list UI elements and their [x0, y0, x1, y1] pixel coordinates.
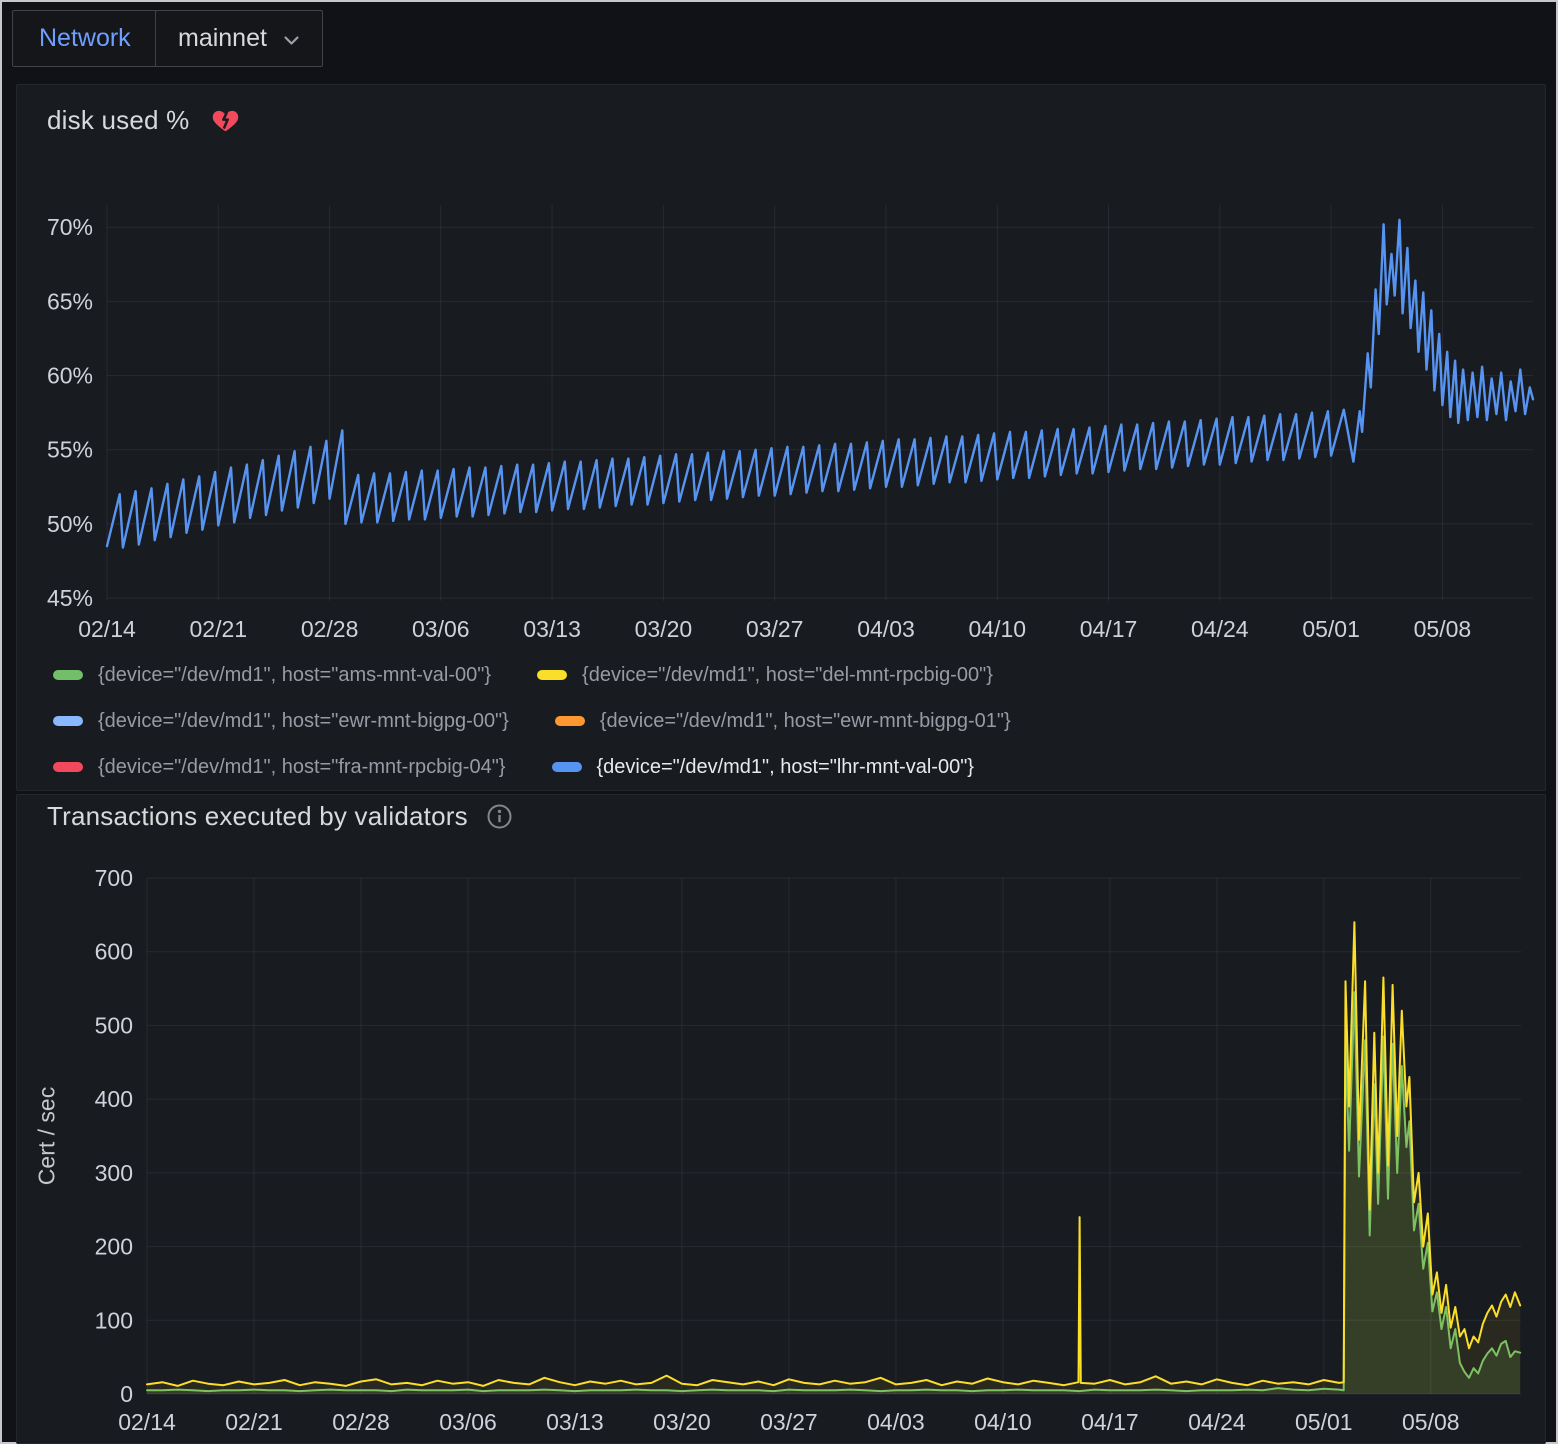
alert-heart-break-icon — [211, 106, 240, 135]
svg-text:04/17: 04/17 — [1081, 1409, 1139, 1435]
disk-panel-header: disk used % — [17, 85, 1545, 136]
legend-item-del-mnt-rpcbig-00[interactable]: {device="/dev/md1", host="del-mnt-rpcbig… — [537, 664, 993, 687]
legend-label: {device="/dev/md1", host="del-mnt-rpcbig… — [582, 664, 993, 687]
svg-text:70%: 70% — [47, 214, 93, 240]
series-color-swatch — [537, 670, 567, 680]
svg-text:02/14: 02/14 — [78, 616, 136, 642]
legend-label: {device="/dev/md1", host="ewr-mnt-bigpg-… — [600, 710, 1011, 733]
legend-label: {device="/dev/md1", host="lhr-mnt-val-00… — [597, 756, 974, 779]
svg-text:02/28: 02/28 — [301, 616, 359, 642]
legend-row: {device="/dev/md1", host="ams-mnt-val-00… — [53, 663, 1525, 687]
svg-text:03/13: 03/13 — [546, 1409, 604, 1435]
network-variable-label: Network — [12, 10, 158, 67]
svg-text:03/27: 03/27 — [746, 616, 804, 642]
svg-text:03/06: 03/06 — [412, 616, 470, 642]
svg-text:05/01: 05/01 — [1295, 1409, 1353, 1435]
transactions-chart[interactable]: 0 100 200 300 400 500 600 700 02/14 02/21 02/28 03/… — [17, 854, 1547, 1440]
svg-text:02/28: 02/28 — [332, 1409, 390, 1435]
svg-text:05/01: 05/01 — [1302, 616, 1360, 642]
svg-text:50%: 50% — [47, 511, 93, 537]
svg-text:04/24: 04/24 — [1191, 616, 1249, 642]
network-variable-value: mainnet — [178, 24, 267, 53]
svg-text:05/08: 05/08 — [1414, 616, 1472, 642]
svg-text:400: 400 — [95, 1086, 133, 1112]
network-variable-label-text: Network — [39, 24, 131, 53]
svg-text:03/13: 03/13 — [523, 616, 581, 642]
svg-text:200: 200 — [95, 1234, 133, 1260]
legend-item-lhr-mnt-val-00[interactable]: {device="/dev/md1", host="lhr-mnt-val-00… — [552, 756, 974, 779]
svg-text:03/06: 03/06 — [439, 1409, 497, 1435]
series-color-swatch — [555, 716, 585, 726]
transactions-panel: Transactions executed by validators Cert… — [16, 794, 1546, 1444]
disk-panel-title[interactable]: disk used % — [47, 105, 189, 136]
svg-text:600: 600 — [95, 939, 133, 965]
legend-item-ams-mnt-val-00[interactable]: {device="/dev/md1", host="ams-mnt-val-00… — [53, 664, 491, 687]
svg-text:55%: 55% — [47, 437, 93, 463]
svg-text:500: 500 — [95, 1012, 133, 1038]
svg-text:04/03: 04/03 — [867, 1409, 925, 1435]
svg-text:03/20: 03/20 — [635, 616, 693, 642]
svg-text:0: 0 — [120, 1381, 133, 1407]
legend-item-ewr-mnt-bigpg-01[interactable]: {device="/dev/md1", host="ewr-mnt-bigpg-… — [555, 710, 1011, 733]
series-color-swatch — [53, 762, 83, 772]
legend-item-ewr-mnt-bigpg-00[interactable]: {device="/dev/md1", host="ewr-mnt-bigpg-… — [53, 710, 509, 733]
svg-text:02/14: 02/14 — [118, 1409, 176, 1435]
legend-row: {device="/dev/md1", host="fra-mnt-rpcbig… — [53, 755, 1525, 779]
svg-text:04/24: 04/24 — [1188, 1409, 1246, 1435]
network-variable-dropdown[interactable]: mainnet — [155, 10, 323, 67]
svg-text:04/10: 04/10 — [969, 616, 1027, 642]
legend-item-fra-mnt-rpcbig-04[interactable]: {device="/dev/md1", host="fra-mnt-rpcbig… — [53, 756, 506, 779]
svg-text:700: 700 — [95, 865, 133, 891]
legend-label: {device="/dev/md1", host="ewr-mnt-bigpg-… — [98, 710, 509, 733]
series-color-swatch — [53, 670, 83, 680]
disk-used-chart[interactable]: 45% 50% 55% 60% 65% 70% 02/14 02/21 02/28 03/06 03… — [17, 181, 1547, 673]
dashboard-variables-bar: Network mainnet — [2, 2, 1556, 82]
legend-label: {device="/dev/md1", host="fra-mnt-rpcbig… — [98, 756, 506, 779]
svg-text:60%: 60% — [47, 363, 93, 389]
disk-chart-legend: {device="/dev/md1", host="ams-mnt-val-00… — [53, 663, 1525, 779]
legend-label: {device="/dev/md1", host="ams-mnt-val-00… — [98, 664, 491, 687]
transactions-panel-title[interactable]: Transactions executed by validators — [47, 801, 468, 832]
svg-text:02/21: 02/21 — [225, 1409, 283, 1435]
series-color-swatch — [552, 762, 582, 772]
grafana-dashboard: Network mainnet disk used % 45% 50% 55% 60%… — [0, 0, 1558, 1444]
svg-text:04/17: 04/17 — [1080, 616, 1138, 642]
legend-row: {device="/dev/md1", host="ewr-mnt-bigpg-… — [53, 709, 1525, 733]
series-color-swatch — [53, 716, 83, 726]
info-icon[interactable] — [486, 803, 513, 830]
svg-text:04/03: 04/03 — [857, 616, 915, 642]
svg-text:05/08: 05/08 — [1402, 1409, 1460, 1435]
transactions-panel-header: Transactions executed by validators — [17, 795, 1545, 832]
svg-text:300: 300 — [95, 1160, 133, 1186]
disk-used-panel: disk used % 45% 50% 55% 60% 65% 70% 02/14 02/21… — [16, 84, 1546, 791]
svg-text:04/10: 04/10 — [974, 1409, 1032, 1435]
svg-text:65%: 65% — [47, 288, 93, 314]
svg-text:03/20: 03/20 — [653, 1409, 711, 1435]
svg-text:100: 100 — [95, 1307, 133, 1333]
svg-text:03/27: 03/27 — [760, 1409, 818, 1435]
svg-text:02/21: 02/21 — [190, 616, 248, 642]
svg-text:45%: 45% — [47, 585, 93, 611]
chevron-down-icon — [283, 35, 300, 46]
